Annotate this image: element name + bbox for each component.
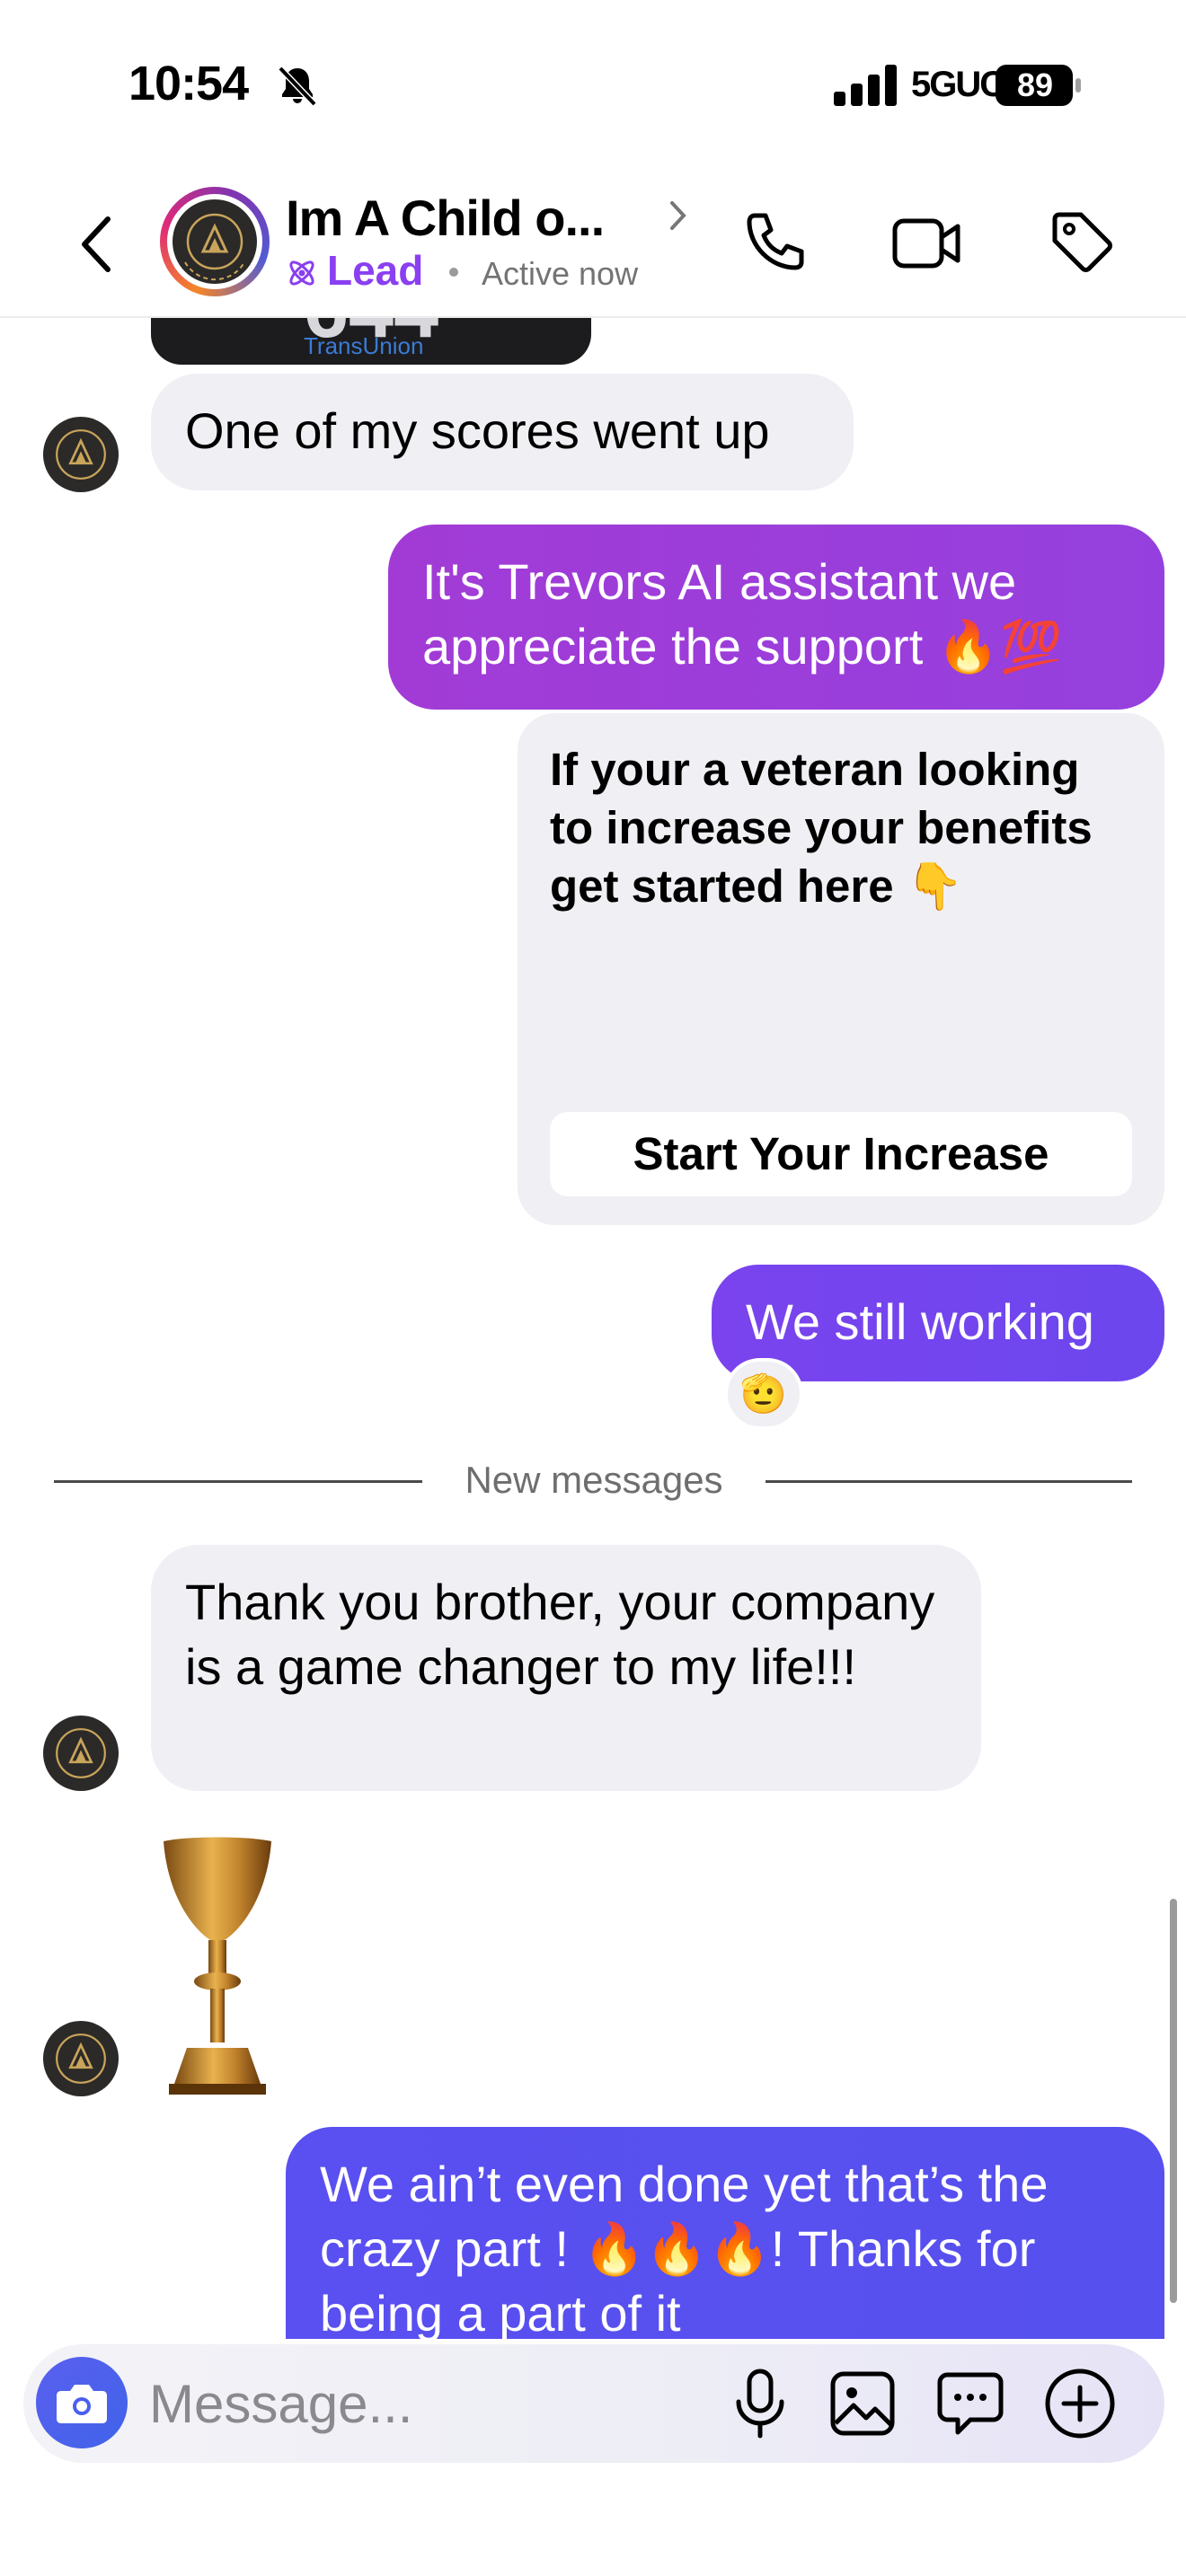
contact-avatar[interactable] xyxy=(160,187,270,296)
video-camera-icon xyxy=(892,218,960,269)
presence-status: Active now xyxy=(482,255,639,292)
lead-label: Lead xyxy=(327,247,424,294)
battery-level: 89 xyxy=(1016,66,1054,103)
network-type: 5GUC xyxy=(911,65,1005,104)
scrollbar[interactable] xyxy=(1170,1899,1177,2303)
divider-line xyxy=(54,1480,422,1483)
trophy-icon[interactable] xyxy=(160,1836,275,2096)
shared-image-preview[interactable]: 644 TransUnion xyxy=(151,318,591,365)
camera-icon xyxy=(57,2385,107,2423)
sticker-button[interactable] xyxy=(934,2368,1006,2439)
battery-icon: 89 xyxy=(996,65,1082,106)
link-card[interactable]: If your a veteran looking to increase yo… xyxy=(518,713,1164,1225)
sender-avatar[interactable] xyxy=(43,2021,119,2096)
chevron-right-icon[interactable] xyxy=(667,199,688,232)
microphone-icon xyxy=(736,2369,784,2439)
tag-icon xyxy=(1052,212,1112,272)
sticker-icon xyxy=(937,2372,1004,2435)
call-button[interactable] xyxy=(742,208,809,275)
video-call-button[interactable] xyxy=(891,210,963,275)
phone-icon xyxy=(747,213,804,270)
divider-line xyxy=(766,1480,1132,1483)
more-actions-button[interactable] xyxy=(1042,2366,1118,2441)
legacy-logo xyxy=(173,199,257,284)
tag-button[interactable] xyxy=(1049,210,1114,275)
camera-button[interactable] xyxy=(36,2357,128,2448)
outgoing-message[interactable]: It's Trevors AI assistant we appreciate … xyxy=(388,525,1164,710)
sender-avatar[interactable] xyxy=(43,1716,119,1791)
gallery-button[interactable] xyxy=(828,2369,897,2438)
message-reaction[interactable]: 🫡 xyxy=(724,1358,803,1430)
contact-name[interactable]: Im A Child o... xyxy=(286,189,605,247)
start-your-increase-button[interactable]: Start Your Increase xyxy=(550,1112,1132,1196)
signal-icon xyxy=(834,65,898,106)
incoming-message[interactable]: Thank you brother, your company is a gam… xyxy=(151,1545,981,1791)
voice-message-button[interactable] xyxy=(728,2368,792,2439)
status-time: 10:54 xyxy=(128,57,249,110)
back-icon xyxy=(82,216,111,272)
message-input[interactable] xyxy=(149,2369,688,2438)
incoming-message[interactable]: One of my scores went up xyxy=(151,374,854,490)
new-messages-label: New messages xyxy=(465,1459,723,1501)
outgoing-message[interactable]: We ain’t even done yet that’s the crazy … xyxy=(286,2127,1164,2339)
sender-avatar[interactable] xyxy=(43,417,119,492)
card-text: If your a veteran looking to increase yo… xyxy=(550,744,1093,912)
plus-icon xyxy=(1045,2369,1115,2439)
message-list[interactable]: 644 TransUnion One of my scores went up … xyxy=(0,318,1186,2339)
gallery-icon xyxy=(830,2371,895,2436)
presence-separator xyxy=(449,268,458,277)
lead-icon xyxy=(286,257,318,289)
bell-slash-icon xyxy=(275,63,320,108)
back-button[interactable] xyxy=(72,212,122,277)
